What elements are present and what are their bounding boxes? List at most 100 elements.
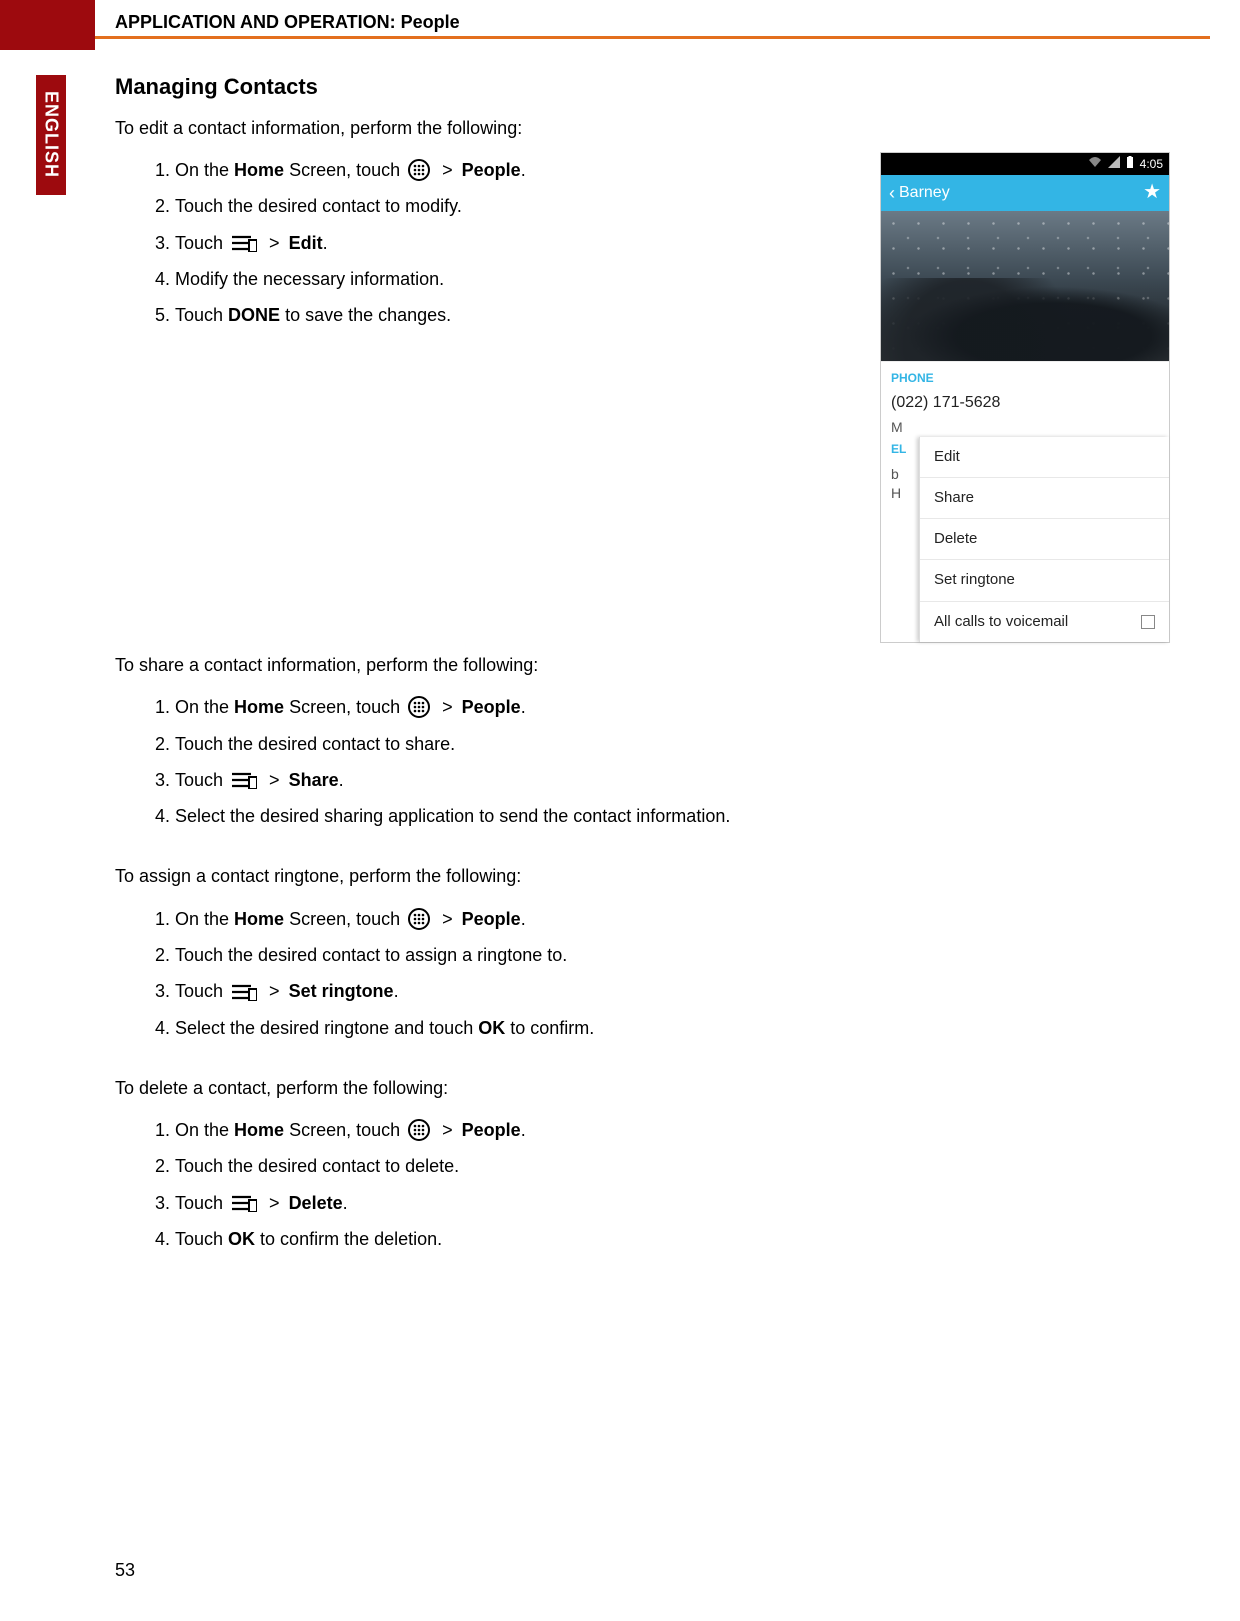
text-bold: Set ringtone bbox=[289, 981, 394, 1001]
text: to confirm the deletion. bbox=[255, 1229, 442, 1249]
text-bold: DONE bbox=[228, 305, 280, 325]
chevron-left-icon: ‹ bbox=[889, 181, 895, 205]
phone-number[interactable]: (022) 171-5628 bbox=[881, 390, 1169, 414]
text-bold: People bbox=[462, 909, 521, 929]
text-fragment: H bbox=[891, 484, 919, 503]
menu-item-voicemail[interactable]: All calls to voicemail bbox=[920, 602, 1169, 642]
text: On the bbox=[175, 1120, 234, 1140]
text-bold: Home bbox=[234, 909, 284, 929]
context-menu: Edit Share Delete Set ringtone All calls… bbox=[919, 437, 1169, 642]
contact-name: Barney bbox=[899, 182, 950, 204]
text: > bbox=[437, 160, 458, 180]
text: Touch bbox=[175, 1193, 228, 1213]
delete-intro: To delete a contact, perform the followi… bbox=[115, 1076, 1180, 1100]
app-bar[interactable]: ‹ Barney ★ bbox=[881, 175, 1169, 211]
star-icon[interactable]: ★ bbox=[1143, 179, 1161, 206]
text-bold: OK bbox=[478, 1018, 505, 1038]
text: . bbox=[521, 909, 526, 929]
text: Screen, touch bbox=[284, 909, 405, 929]
edit-steps: On the Home Screen, touch > People. Touc… bbox=[115, 152, 860, 333]
apps-icon bbox=[408, 908, 430, 930]
text-bold: OK bbox=[228, 1229, 255, 1249]
list-item: Touch > Delete. bbox=[175, 1185, 1180, 1221]
text-bold: Edit bbox=[289, 233, 323, 253]
corner-block bbox=[0, 0, 95, 50]
list-item: On the Home Screen, touch > People. bbox=[175, 1112, 1180, 1148]
list-item: Touch the desired contact to assign a ri… bbox=[175, 937, 1180, 973]
overflow-menu-icon bbox=[231, 983, 257, 1001]
page-header: APPLICATION AND OPERATION: People bbox=[115, 12, 1240, 33]
text: On the bbox=[175, 697, 234, 717]
menu-item-edit[interactable]: Edit bbox=[920, 437, 1169, 478]
text: > bbox=[437, 697, 458, 717]
list-item: Touch > Share. bbox=[175, 762, 1180, 798]
section-title: Managing Contacts bbox=[115, 72, 1180, 102]
battery-icon bbox=[1126, 156, 1134, 172]
list-item: Touch the desired contact to modify. bbox=[175, 188, 860, 224]
checkbox-icon[interactable] bbox=[1141, 615, 1155, 629]
menu-item-share[interactable]: Share bbox=[920, 478, 1169, 519]
text-fragment: M bbox=[881, 414, 1169, 437]
text: . bbox=[323, 233, 328, 253]
list-item: Touch the desired contact to delete. bbox=[175, 1148, 1180, 1184]
text-bold: Share bbox=[289, 770, 339, 790]
text: . bbox=[343, 1193, 348, 1213]
list-item: Select the desired ringtone and touch OK… bbox=[175, 1010, 1180, 1046]
list-item: Touch > Set ringtone. bbox=[175, 973, 1180, 1009]
signal-icon bbox=[1108, 156, 1120, 172]
text: Touch bbox=[175, 233, 228, 253]
text-bold: People bbox=[462, 160, 521, 180]
header-rule bbox=[95, 36, 1210, 39]
text-bold: Home bbox=[234, 697, 284, 717]
text-bold: People bbox=[462, 1120, 521, 1140]
menu-item-set-ringtone[interactable]: Set ringtone bbox=[920, 560, 1169, 601]
apps-icon bbox=[408, 696, 430, 718]
phone-screenshot: 4:05 ‹ Barney ★ PHONE (022) 171-5628 M E… bbox=[880, 152, 1170, 643]
text: Select the desired ringtone and touch bbox=[175, 1018, 478, 1038]
text: Touch bbox=[175, 305, 228, 325]
list-item: On the Home Screen, touch > People. bbox=[175, 689, 1180, 725]
text: > bbox=[437, 1120, 458, 1140]
edit-intro: To edit a contact information, perform t… bbox=[115, 116, 1180, 140]
status-bar: 4:05 bbox=[881, 153, 1169, 175]
overflow-menu-icon bbox=[231, 771, 257, 789]
page-number: 53 bbox=[115, 1560, 135, 1581]
apps-icon bbox=[408, 1119, 430, 1141]
ringtone-intro: To assign a contact ringtone, perform th… bbox=[115, 864, 1180, 888]
text: to save the changes. bbox=[280, 305, 451, 325]
text: Screen, touch bbox=[284, 1120, 405, 1140]
text: Touch bbox=[175, 770, 228, 790]
list-item: Touch OK to confirm the deletion. bbox=[175, 1221, 1180, 1257]
text: > bbox=[437, 909, 458, 929]
text: . bbox=[521, 160, 526, 180]
back-button[interactable]: ‹ Barney bbox=[889, 181, 950, 205]
text: . bbox=[339, 770, 344, 790]
menu-item-label: All calls to voicemail bbox=[934, 612, 1068, 632]
list-item: Modify the necessary information. bbox=[175, 261, 860, 297]
text-bold: Delete bbox=[289, 1193, 343, 1213]
text: . bbox=[521, 1120, 526, 1140]
menu-item-delete[interactable]: Delete bbox=[920, 519, 1169, 560]
text: On the bbox=[175, 160, 234, 180]
list-item: Touch DONE to save the changes. bbox=[175, 297, 860, 333]
overflow-menu-icon bbox=[231, 234, 257, 252]
text-bold: People bbox=[462, 697, 521, 717]
text: Screen, touch bbox=[284, 697, 405, 717]
text: > bbox=[264, 233, 285, 253]
text-bold: Home bbox=[234, 1120, 284, 1140]
overflow-menu-icon bbox=[231, 1194, 257, 1212]
apps-icon bbox=[408, 159, 430, 181]
text: > bbox=[264, 981, 285, 1001]
phone-section-label: PHONE bbox=[881, 361, 1169, 390]
wifi-icon bbox=[1088, 156, 1102, 172]
list-item: On the Home Screen, touch > People. bbox=[175, 901, 1180, 937]
list-item: Select the desired sharing application t… bbox=[175, 798, 1180, 834]
list-item: Touch the desired contact to share. bbox=[175, 726, 1180, 762]
text: Touch bbox=[175, 1229, 228, 1249]
text: Touch bbox=[175, 981, 228, 1001]
delete-steps: On the Home Screen, touch > People. Touc… bbox=[115, 1112, 1180, 1257]
text-fragment: b bbox=[891, 465, 919, 484]
text-fragment: EL bbox=[891, 441, 919, 457]
list-item: Touch > Edit. bbox=[175, 225, 860, 261]
list-item: On the Home Screen, touch > People. bbox=[175, 152, 860, 188]
